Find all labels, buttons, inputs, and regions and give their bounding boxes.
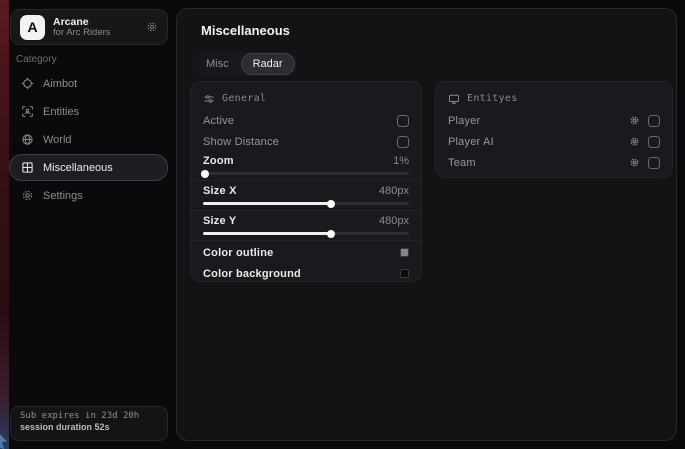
active-row: Active	[203, 110, 409, 131]
sidebar-item-aimbot[interactable]: Aimbot	[9, 70, 168, 97]
size-x-row: Size X 480px	[203, 182, 409, 199]
gear-icon[interactable]	[629, 157, 640, 168]
globe-icon	[21, 133, 34, 146]
entities-card-title: Entityes	[467, 93, 518, 104]
sidebar-item-label: Aimbot	[43, 78, 77, 90]
general-card-header: General	[203, 90, 409, 107]
general-card-title: General	[222, 93, 266, 104]
gear-icon[interactable]	[629, 115, 640, 126]
entity-label: Player AI	[448, 136, 629, 148]
size-y-value: 480px	[379, 215, 409, 227]
show-distance-label: Show Distance	[203, 136, 397, 148]
size-x-slider-fill	[203, 202, 331, 205]
entity-row-team: Team	[448, 152, 660, 173]
tab-bar: Misc Radar	[192, 51, 297, 77]
divider	[191, 240, 421, 241]
tab-misc[interactable]: Misc	[194, 53, 241, 75]
size-y-slider[interactable]	[203, 232, 409, 235]
general-card: General Active Show Distance Zoom 1% Siz…	[190, 81, 422, 282]
sidebar-item-miscellaneous[interactable]: Miscellaneous	[9, 154, 168, 181]
grid-icon	[21, 161, 34, 174]
entity-checkbox[interactable]	[648, 157, 660, 169]
app-title: Arcane	[53, 16, 138, 28]
zoom-slider-thumb[interactable]	[201, 170, 209, 178]
subscription-expiry: Sub expires in 23d 20h	[20, 411, 158, 421]
main-panel: Miscellaneous Misc Radar General Active …	[176, 8, 677, 441]
size-y-row: Size Y 480px	[203, 212, 409, 229]
session-duration: session duration 52s	[20, 422, 158, 432]
gear-icon[interactable]	[146, 21, 158, 33]
entities-card: Entityes Player Player AI Team	[435, 81, 673, 178]
sidebar-item-entities[interactable]: Entities	[9, 98, 168, 125]
background-red-strip	[0, 0, 9, 449]
tab-radar[interactable]: Radar	[241, 53, 295, 75]
monitor-icon	[448, 93, 460, 105]
zoom-slider[interactable]	[203, 172, 409, 175]
entity-row-player-ai: Player AI	[448, 131, 660, 152]
app-header-card: A Arcane for Arc Riders	[10, 9, 168, 45]
app-logo: A	[20, 15, 45, 40]
size-y-slider-thumb[interactable]	[327, 230, 335, 238]
active-label: Active	[203, 115, 397, 127]
zoom-label: Zoom	[203, 155, 393, 167]
sidebar-item-settings[interactable]: Settings	[9, 182, 168, 209]
size-x-label: Size X	[203, 185, 379, 197]
show-distance-row: Show Distance	[203, 131, 409, 152]
crosshair-icon	[21, 77, 34, 90]
app-subtitle: for Arc Riders	[53, 28, 138, 39]
app-title-wrap: Arcane for Arc Riders	[53, 16, 138, 39]
zoom-value: 1%	[393, 155, 409, 167]
color-outline-swatch[interactable]	[400, 248, 409, 257]
sidebar-item-world[interactable]: World	[9, 126, 168, 153]
gear-icon	[21, 189, 34, 202]
sidebar-category-label: Category	[16, 54, 57, 65]
zoom-row: Zoom 1%	[203, 152, 409, 169]
sliders-icon	[203, 93, 215, 105]
sidebar-nav: Aimbot Entities World Miscellaneous	[9, 70, 168, 210]
color-background-swatch[interactable]	[400, 269, 409, 278]
size-x-slider-thumb[interactable]	[327, 200, 335, 208]
size-x-value: 480px	[379, 185, 409, 197]
scan-person-icon	[21, 105, 34, 118]
page-title: Miscellaneous	[201, 23, 290, 38]
subscription-info-box: Sub expires in 23d 20h session duration …	[10, 406, 168, 441]
size-x-slider[interactable]	[203, 202, 409, 205]
entity-label: Team	[448, 157, 629, 169]
sidebar-item-label: Settings	[43, 190, 83, 202]
entity-row-player: Player	[448, 110, 660, 131]
size-y-slider-fill	[203, 232, 331, 235]
sidebar-item-label: World	[43, 134, 72, 146]
entities-card-header: Entityes	[448, 90, 660, 107]
color-outline-row: Color outline	[203, 242, 409, 263]
entity-checkbox[interactable]	[648, 115, 660, 127]
divider	[191, 180, 421, 181]
sidebar-item-label: Miscellaneous	[43, 162, 113, 174]
show-distance-checkbox[interactable]	[397, 136, 409, 148]
entity-label: Player	[448, 115, 629, 127]
sidebar-item-label: Entities	[43, 106, 79, 118]
entity-checkbox[interactable]	[648, 136, 660, 148]
color-background-row: Color background	[203, 263, 409, 284]
color-background-label: Color background	[203, 268, 400, 280]
active-checkbox[interactable]	[397, 115, 409, 127]
color-outline-label: Color outline	[203, 247, 400, 259]
size-y-label: Size Y	[203, 215, 379, 227]
gear-icon[interactable]	[629, 136, 640, 147]
divider	[191, 210, 421, 211]
